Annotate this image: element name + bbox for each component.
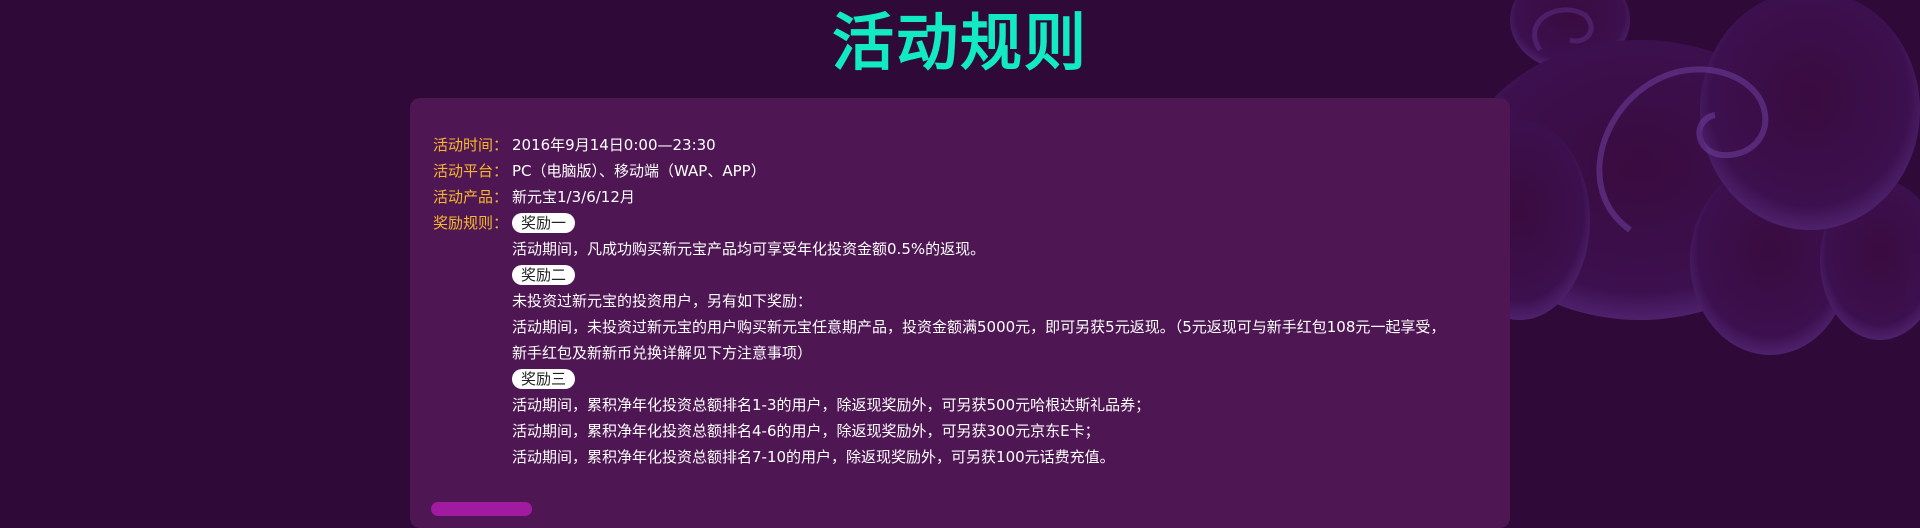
product-label: 活动产品： — [433, 188, 509, 206]
platform-value: PC（电脑版）、移动端（WAP、APP） — [512, 162, 766, 180]
reward-1-line: 活动期间，凡成功购买新元宝产品均可享受年化投资金额0.5%的返现。 — [512, 240, 986, 258]
product-value: 新元宝1/3/6/12月 — [512, 188, 635, 206]
rule-product: 活动产品： 新元宝1/3/6/12月 — [433, 184, 1445, 210]
reward-badge-2: 奖励二 — [512, 265, 576, 285]
reward-3-line: 活动期间，累积净年化投资总额排名1-3的用户，除返现奖励外，可另获500元哈根达… — [512, 396, 1151, 414]
reward-3-line: 活动期间，累积净年化投资总额排名7-10的用户，除返现奖励外，可另获100元话费… — [512, 448, 1115, 466]
reward-2-line: 未投资过新元宝的投资用户，另有如下奖励： — [512, 292, 813, 310]
reward-2-line: 新手红包及新新币兑换详解见下方注意事项） — [512, 344, 813, 362]
reward-badge-1: 奖励一 — [512, 213, 576, 233]
platform-label: 活动平台： — [433, 162, 509, 180]
time-value: 2016年9月14日0:00—23:30 — [512, 136, 716, 154]
rules-panel: 活动时间： 2016年9月14日0:00—23:30 活动平台： PC（电脑版）… — [410, 98, 1510, 528]
reward-label: 奖励规则： — [433, 214, 509, 232]
rule-platform: 活动平台： PC（电脑版）、移动端（WAP、APP） — [433, 158, 1445, 184]
rule-reward: 奖励规则： 奖励一 — [433, 210, 1445, 236]
time-label: 活动时间： — [433, 136, 509, 154]
rule-time: 活动时间： 2016年9月14日0:00—23:30 — [433, 132, 1445, 158]
section-tab-button[interactable] — [431, 502, 532, 516]
reward-3-line: 活动期间，累积净年化投资总额排名4-6的用户，除返现奖励外，可另获300元京东E… — [512, 422, 1100, 440]
reward-2-line: 活动期间，未投资过新元宝的用户购买新元宝任意期产品，投资金额满5000元，即可另… — [512, 318, 1446, 336]
reward-badge-3: 奖励三 — [512, 369, 576, 389]
page-title: 活动规则 — [831, 6, 1088, 79]
